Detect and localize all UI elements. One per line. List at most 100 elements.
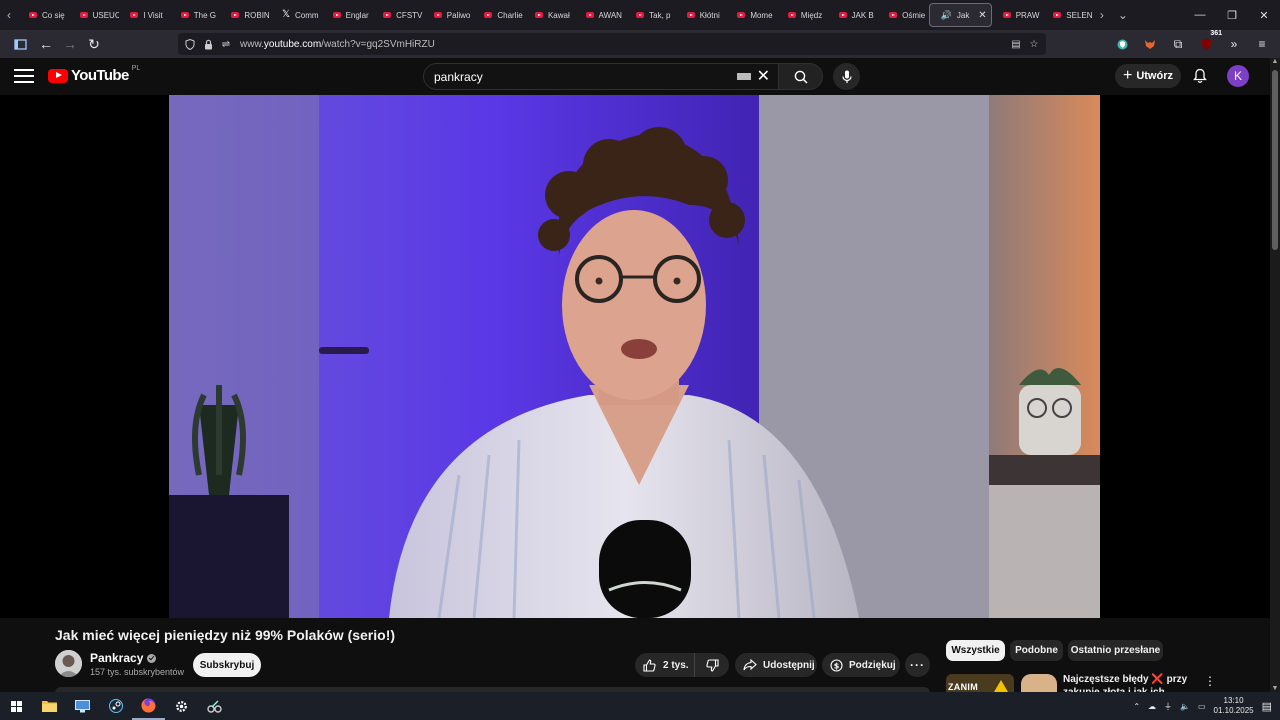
clock[interactable]: 13:10 01.10.2025 (1214, 696, 1254, 716)
address-bar[interactable]: ⇌ www.youtube.com/watch?v=gq2SVmHiRZU ▤ … (178, 33, 1046, 55)
youtube-logo[interactable]: YouTube PL (48, 65, 140, 84)
scroll-down-arrow-icon[interactable]: ▼ (1270, 685, 1280, 692)
youtube-favicon-icon (838, 12, 847, 18)
snipping-tool-icon[interactable] (198, 692, 231, 720)
video-frame[interactable] (169, 95, 1100, 618)
ublock-extension-icon[interactable]: 361 (1194, 30, 1222, 56)
steam-icon[interactable] (99, 692, 132, 720)
chip-all[interactable]: Wszystkie (946, 640, 1005, 661)
browser-tab[interactable]: Paliwo (423, 3, 474, 27)
thanks-button[interactable]: $ Podziękuj (822, 653, 900, 677)
browser-tab[interactable]: Kłótni (676, 3, 727, 27)
notifications-bell-icon[interactable] (1190, 66, 1210, 86)
account-avatar[interactable]: K (1227, 65, 1249, 87)
channel-name-link[interactable]: Pankracy (90, 651, 157, 665)
browser-tab[interactable]: USEUC (69, 3, 119, 27)
permissions-icon[interactable]: ⇌ (220, 38, 232, 50)
notifications-icon[interactable]: ▤ (1262, 700, 1272, 713)
browser-tab[interactable]: PRAW (992, 3, 1043, 27)
channel-avatar[interactable] (55, 650, 82, 677)
video-title: Jak mieć więcej pieniędzy niż 99% Polakó… (55, 627, 396, 643)
chip-related[interactable]: Podobne (1010, 640, 1063, 661)
search-button[interactable] (779, 63, 823, 90)
create-button[interactable]: + Utwórz (1115, 64, 1181, 88)
window-controls: — ❐ ✕ (1184, 0, 1280, 30)
tab-list-chevron-right-icon[interactable]: › (1093, 0, 1111, 30)
back-arrow-icon[interactable]: ← (34, 32, 58, 56)
dislike-button[interactable] (695, 658, 729, 672)
share-button[interactable]: Udostępnij (735, 653, 817, 677)
vpn-extension-icon[interactable] (1110, 32, 1134, 56)
browser-tab[interactable]: Englar (322, 3, 373, 27)
subscribe-button[interactable]: Subskrybuj (193, 653, 261, 677)
video-player[interactable] (0, 95, 1270, 618)
chip-recently-uploaded[interactable]: Ostatnio przesłane (1068, 640, 1163, 661)
browser-tab[interactable]: 𝕏 Comm (271, 3, 322, 27)
keyboard-icon[interactable] (736, 73, 751, 80)
network-icon[interactable]: ▭ (1198, 702, 1206, 711)
reader-view-icon[interactable]: ▤ (1010, 38, 1022, 50)
forward-arrow-icon[interactable]: → (58, 32, 82, 56)
browser-tab[interactable]: Kawał (524, 3, 575, 27)
browser-tab[interactable]: SELEN (1042, 3, 1093, 27)
browser-tab[interactable]: I Visit (119, 3, 170, 27)
browser-tab[interactable]: ROBIN (220, 3, 271, 27)
app-menu-icon[interactable]: ≡ (1250, 32, 1274, 56)
browser-tab[interactable]: Charlie (473, 3, 524, 27)
clear-search-icon[interactable]: ✕ (757, 68, 770, 85)
tab-list-chevron-left-icon[interactable]: ‹ (0, 0, 18, 30)
url-text[interactable]: www.youtube.com/watch?v=gq2SVmHiRZU (240, 39, 435, 50)
tab-list-dropdown-icon[interactable]: ⌄ (1111, 0, 1135, 30)
onedrive-cloud-icon[interactable]: ☁ (1148, 702, 1156, 711)
browser-tab[interactable]: Międz (777, 3, 828, 27)
browser-tab[interactable]: The G (170, 3, 221, 27)
browser-tab[interactable]: CFSTV (372, 3, 423, 27)
scrollbar-thumb[interactable] (1272, 70, 1278, 250)
browser-tab[interactable]: Co się (18, 3, 69, 27)
bookmark-star-icon[interactable]: ☆ (1028, 38, 1040, 50)
youtube-favicon-icon (737, 12, 746, 18)
audio-playing-icon[interactable]: 🔊 (941, 10, 952, 21)
speaker-volume-icon[interactable]: 🔈 (1180, 702, 1190, 711)
minimize-icon[interactable]: — (1184, 0, 1216, 30)
recommended-thumbnail[interactable]: ZANIM (946, 674, 1014, 692)
start-windows-icon[interactable] (0, 692, 33, 720)
browser-tab[interactable]: Tak, p (625, 3, 676, 27)
fox-extension-icon[interactable] (1138, 32, 1162, 56)
page-scrollbar[interactable]: ▲ ▼ (1270, 58, 1280, 692)
like-button[interactable]: 2 tys. (635, 653, 695, 677)
tab-label: AWAN (598, 10, 622, 20)
tab-label: JAK B (851, 10, 874, 20)
file-explorer-icon[interactable] (33, 692, 66, 720)
usb-icon[interactable]: ⏚ (1164, 701, 1172, 712)
remote-desktop-icon[interactable] (66, 692, 99, 720)
recommended-title[interactable]: Najczęstsze błędy ❌ przy zakupie złota i… (1063, 673, 1198, 692)
browser-tab[interactable]: AWAN (575, 3, 626, 27)
overflow-chevrons-icon[interactable]: » (1222, 32, 1246, 56)
firefox-icon[interactable] (132, 692, 165, 720)
recommended-thumbnail-face[interactable] (1021, 674, 1057, 692)
close-tab-icon[interactable]: ✕ (978, 10, 986, 21)
youtube-favicon-icon (1053, 12, 1062, 18)
lock-icon[interactable] (202, 38, 214, 50)
settings-gear-icon[interactable] (165, 692, 198, 720)
browser-tab[interactable]: Ośmie (878, 3, 929, 27)
search-input[interactable]: pankracy ✕ (423, 63, 779, 90)
browser-tab[interactable]: JAK B (828, 3, 879, 27)
voice-search-button[interactable] (833, 63, 860, 90)
sidebar-toggle-icon[interactable] (8, 32, 32, 56)
extensions-puzzle-icon[interactable]: ⧉ (1166, 32, 1190, 56)
tray-overflow-chevron-icon[interactable]: ⌃ (1133, 702, 1140, 711)
browser-tab[interactable]: Mome (726, 3, 777, 27)
window-close-icon[interactable]: ✕ (1248, 0, 1280, 30)
more-actions-button[interactable]: ··· (905, 653, 930, 677)
microphone-icon (841, 70, 852, 83)
shield-icon[interactable] (184, 38, 196, 50)
guide-menu-icon[interactable] (14, 67, 34, 85)
restore-icon[interactable]: ❐ (1216, 0, 1248, 30)
scroll-up-arrow-icon[interactable]: ▲ (1270, 58, 1280, 65)
reload-icon[interactable]: ↻ (82, 32, 106, 56)
recommended-menu-icon[interactable]: ⋮ (1204, 674, 1216, 688)
tab-active[interactable]: 🔊 Jak ✕ (928, 3, 992, 27)
youtube-favicon-icon (636, 12, 645, 18)
